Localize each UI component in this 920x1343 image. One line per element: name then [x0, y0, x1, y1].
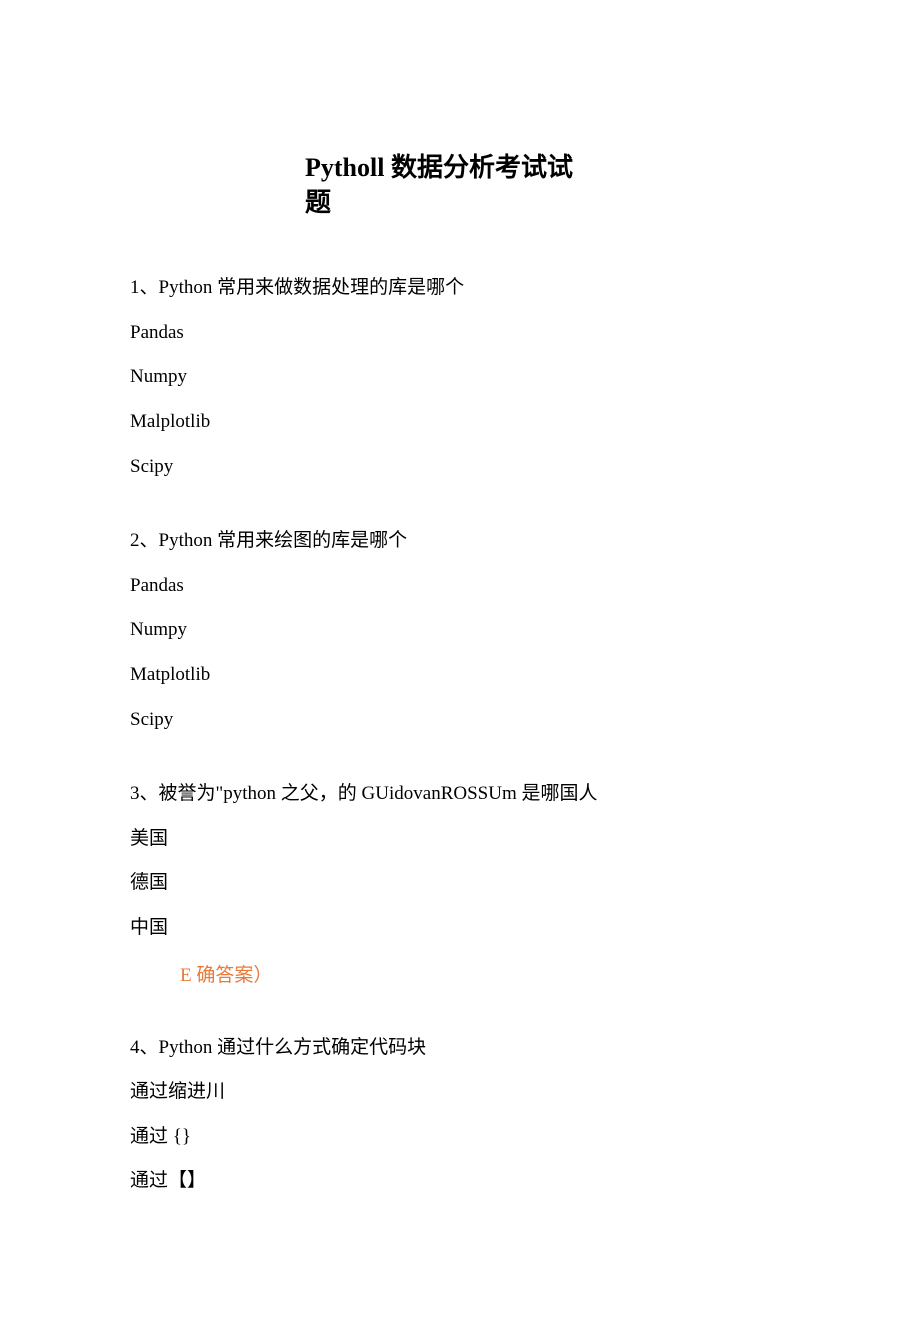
answer-text: E 确答案） [180, 960, 790, 987]
document-title: Pytholl 数据分析考试试 题 [305, 150, 615, 220]
document-page: Pytholl 数据分析考试试 题 1、Python 常用来做数据处理的库是哪个… [0, 0, 920, 1343]
question-1: 1、Python 常用来做数据处理的库是哪个 Pandas Numpy Malp… [130, 275, 790, 480]
question-option: Matplotlib [130, 662, 790, 689]
question-prompt: 2、Python 常用来绘图的库是哪个 [130, 528, 790, 555]
question-prompt: 4、Python 通过什么方式确定代码块 [130, 1035, 790, 1062]
question-option: 中国 [130, 915, 790, 942]
question-option: Numpy [130, 617, 790, 644]
question-option: 通过【】 [130, 1168, 790, 1195]
title-line-1: Pytholl 数据分析考试试 [305, 153, 573, 182]
question-option: Pandas [130, 573, 790, 600]
question-4: 4、Python 通过什么方式确定代码块 通过缩进川 通过 {} 通过【】 [130, 1035, 790, 1195]
question-option: Numpy [130, 364, 790, 391]
question-prompt: 3、被誉为"python 之父，的 GUidovanROSSUm 是哪国人 [130, 781, 790, 808]
title-line-2: 题 [305, 188, 331, 217]
question-option: Scipy [130, 707, 790, 734]
question-3: 3、被誉为"python 之父，的 GUidovanROSSUm 是哪国人 美国… [130, 781, 790, 986]
question-option: 通过缩进川 [130, 1079, 790, 1106]
question-option: Scipy [130, 454, 790, 481]
question-option: 美国 [130, 826, 790, 853]
question-option: 德国 [130, 870, 790, 897]
question-2: 2、Python 常用来绘图的库是哪个 Pandas Numpy Matplot… [130, 528, 790, 733]
question-option: Pandas [130, 320, 790, 347]
question-option: 通过 {} [130, 1124, 790, 1151]
question-option: Malplotlib [130, 409, 790, 436]
question-prompt: 1、Python 常用来做数据处理的库是哪个 [130, 275, 790, 302]
